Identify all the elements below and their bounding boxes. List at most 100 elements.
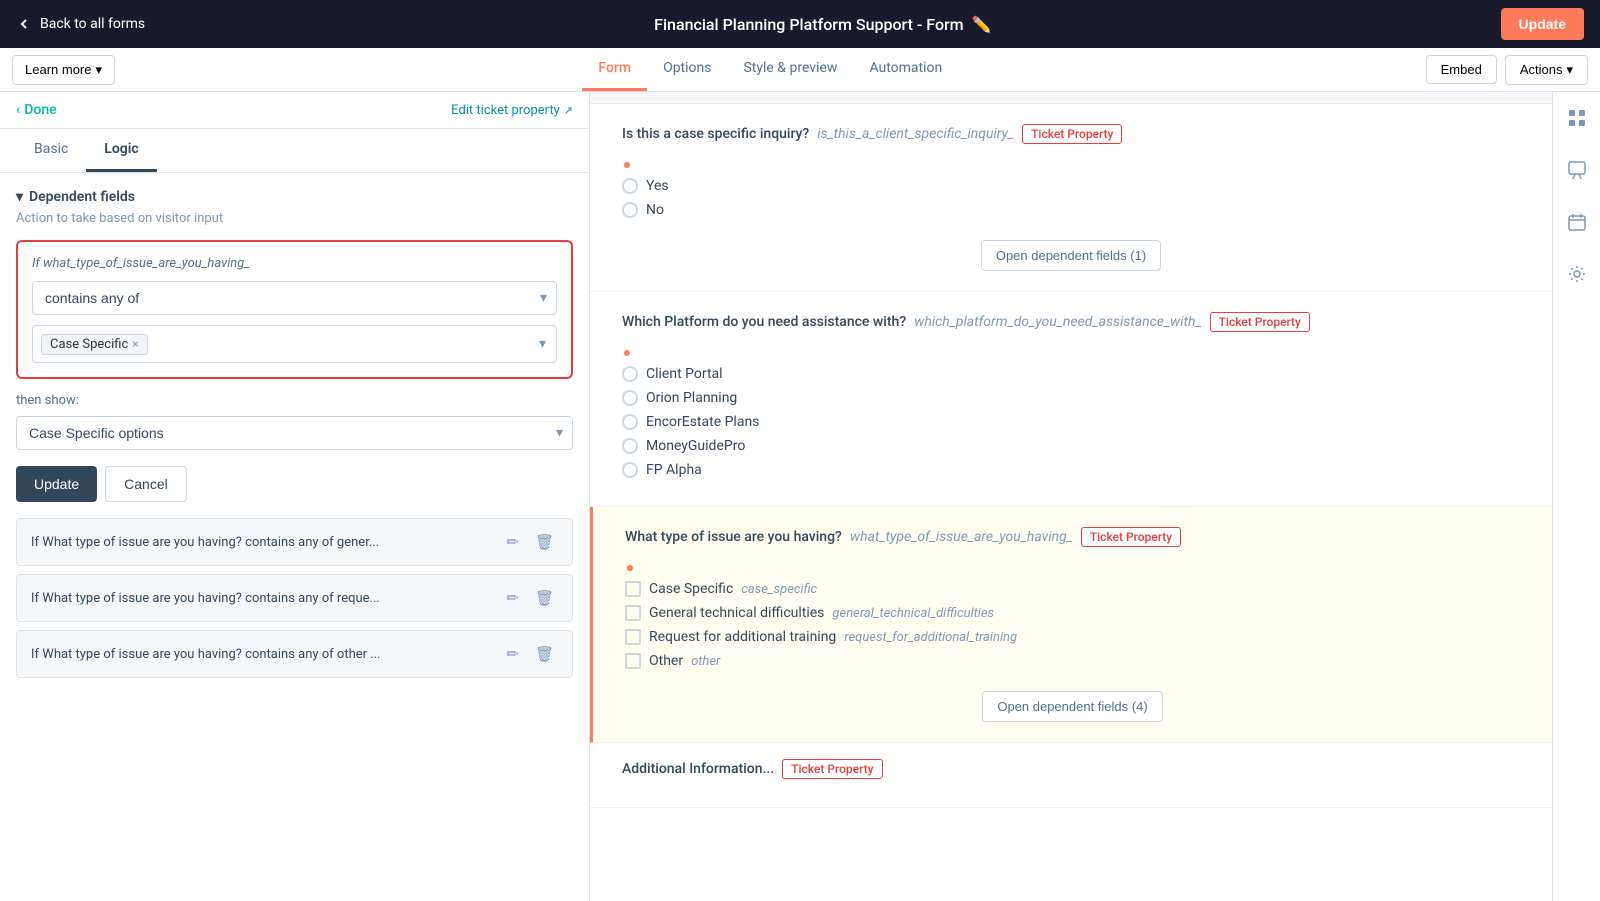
main-tabs: Form Options Style & preview Automation xyxy=(582,48,958,91)
tab-options[interactable]: Options xyxy=(647,48,727,91)
tab-style-preview[interactable]: Style & preview xyxy=(727,48,853,91)
form-section-case-inquiry: Is this a case specific inquiry? is_this… xyxy=(590,104,1552,292)
sidebar-chat-icon[interactable] xyxy=(1559,152,1595,188)
ticket-property-badge: Ticket Property xyxy=(782,759,882,779)
done-link[interactable]: ‹ Done xyxy=(16,102,57,118)
value-tag-select[interactable]: Case Specific × ▾ xyxy=(32,325,557,363)
then-show-select-wrapper: Case Specific options ▾ xyxy=(16,416,573,450)
ticket-property-badge: Ticket Property xyxy=(1210,312,1310,332)
top-nav: Back to all forms Financial Planning Pla… xyxy=(0,0,1600,48)
edit-condition-icon[interactable]: ✏ xyxy=(502,585,523,611)
sidebar-settings-icon[interactable] xyxy=(1559,256,1595,292)
then-show-select[interactable]: Case Specific options xyxy=(16,416,573,450)
checkbox xyxy=(625,605,641,621)
collapse-icon: ▾ xyxy=(16,189,23,205)
tab-bar-left: Learn more ▾ xyxy=(12,48,115,91)
subtab-bar: Basic Logic xyxy=(0,129,589,173)
subtab-logic[interactable]: Logic xyxy=(86,129,156,172)
open-dependent-fields-1[interactable]: Open dependent fields (1) xyxy=(981,240,1161,271)
actions-chevron: ▾ xyxy=(1566,62,1573,78)
radio-money-guide[interactable]: MoneyGuidePro xyxy=(622,438,1520,454)
left-panel: ‹ Done Edit ticket property ↗ Basic Logi… xyxy=(0,92,590,901)
radio-yes[interactable]: Yes xyxy=(622,178,1520,194)
radio-encore-estate[interactable]: EncorEstate Plans xyxy=(622,414,1520,430)
condition-if-label: If what_type_of_issue_are_you_having_ xyxy=(32,256,557,271)
condition-row-actions: ✏ 🗑 xyxy=(502,585,558,611)
question-case-inquiry: Is this a case specific inquiry? is_this… xyxy=(622,124,1520,144)
radio-client-portal[interactable]: Client Portal xyxy=(622,366,1520,382)
required-dot xyxy=(624,162,630,168)
sidebar-calendar-icon[interactable] xyxy=(1559,204,1595,240)
edit-condition-icon[interactable]: ✏ xyxy=(502,641,523,667)
action-buttons: Update Cancel xyxy=(16,466,573,502)
update-button[interactable]: Update xyxy=(1501,8,1584,40)
ticket-property-badge: Ticket Property xyxy=(1081,527,1181,547)
panel-body: ▾ Dependent fields Action to take based … xyxy=(0,173,589,901)
checkbox-general-technical[interactable]: General technical difficulties general_t… xyxy=(625,605,1520,621)
form-section-additional: Additional Information... Ticket Propert… xyxy=(590,743,1552,808)
checkbox-case-specific[interactable]: Case Specific case_specific xyxy=(625,581,1520,597)
tab-automation[interactable]: Automation xyxy=(853,48,958,91)
checkbox-other[interactable]: Other other xyxy=(625,653,1520,669)
form-preview: Is this a case specific inquiry? is_this… xyxy=(590,92,1552,901)
required-dot xyxy=(624,350,630,356)
tab-form[interactable]: Form xyxy=(582,48,647,91)
condition-box: If what_type_of_issue_are_you_having_ co… xyxy=(16,240,573,379)
operator-select-wrapper: contains any of ▾ xyxy=(32,281,557,315)
checkbox xyxy=(625,629,641,645)
condition-row: If What type of issue are you having? co… xyxy=(16,574,573,622)
operator-select[interactable]: contains any of xyxy=(32,281,557,315)
radio-circle xyxy=(622,414,638,430)
question-additional: Additional Information... Ticket Propert… xyxy=(622,759,1520,779)
condition-row-actions: ✏ 🗑 xyxy=(502,529,558,555)
radio-orion-planning[interactable]: Orion Planning xyxy=(622,390,1520,406)
open-dependent-fields-4[interactable]: Open dependent fields (4) xyxy=(982,691,1162,722)
radio-circle xyxy=(622,366,638,382)
cancel-condition-button[interactable]: Cancel xyxy=(105,466,187,502)
tag-select-chevron: ▾ xyxy=(539,336,546,352)
delete-condition-icon[interactable]: 🗑 xyxy=(531,529,558,555)
done-label: Done xyxy=(24,102,56,118)
checkbox xyxy=(625,653,641,669)
update-condition-button[interactable]: Update xyxy=(16,466,97,502)
dependent-fields-header[interactable]: ▾ Dependent fields xyxy=(16,189,573,205)
right-sidebar xyxy=(1552,92,1600,901)
edit-ticket-property-link[interactable]: Edit ticket property ↗ xyxy=(451,103,573,118)
remove-tag-icon[interactable]: × xyxy=(132,337,138,351)
delete-condition-icon[interactable]: 🗑 xyxy=(531,585,558,611)
radio-circle xyxy=(622,390,638,406)
delete-condition-icon[interactable]: 🗑 xyxy=(531,641,558,667)
actions-button[interactable]: Actions ▾ xyxy=(1505,55,1588,85)
learn-more-label: Learn more xyxy=(25,62,91,77)
radio-circle xyxy=(622,438,638,454)
back-to-forms[interactable]: Back to all forms xyxy=(16,16,145,32)
edit-condition-icon[interactable]: ✏ xyxy=(502,529,523,555)
radio-no[interactable]: No xyxy=(622,202,1520,218)
tab-bar-right: Embed Actions ▾ xyxy=(1426,48,1588,91)
form-section-platform: Which Platform do you need assistance wi… xyxy=(590,292,1552,507)
external-link-icon: ↗ xyxy=(564,104,573,117)
question-issue-type: What type of issue are you having? what_… xyxy=(625,527,1520,547)
edit-title-icon[interactable]: ✏️ xyxy=(972,15,992,34)
form-section-issue-type: What type of issue are you having? what_… xyxy=(590,507,1552,743)
question-platform: Which Platform do you need assistance wi… xyxy=(622,312,1520,332)
form-title: Financial Planning Platform Support - Fo… xyxy=(654,15,963,34)
subtab-basic[interactable]: Basic xyxy=(16,129,86,172)
checkbox-request-training[interactable]: Request for additional training request_… xyxy=(625,629,1520,645)
back-label: Back to all forms xyxy=(40,16,145,32)
embed-button[interactable]: Embed xyxy=(1426,55,1497,84)
condition-row-text: If What type of issue are you having? co… xyxy=(31,591,494,606)
form-title-area: Financial Planning Platform Support - Fo… xyxy=(654,15,991,34)
condition-row: If What type of issue are you having? co… xyxy=(16,630,573,678)
condition-row-text: If What type of issue are you having? co… xyxy=(31,535,494,550)
radio-fp-alpha[interactable]: FP Alpha xyxy=(622,462,1520,478)
case-specific-tag: Case Specific × xyxy=(41,334,148,355)
radio-circle xyxy=(622,178,638,194)
radio-circle xyxy=(622,202,638,218)
sidebar-grid-icon[interactable] xyxy=(1559,100,1595,136)
done-chevron: ‹ xyxy=(16,102,20,118)
condition-row: If What type of issue are you having? co… xyxy=(16,518,573,566)
learn-more-button[interactable]: Learn more ▾ xyxy=(12,55,115,85)
condition-row-text: If What type of issue are you having? co… xyxy=(31,647,494,662)
tab-bar: Learn more ▾ Form Options Style & previe… xyxy=(0,48,1600,92)
